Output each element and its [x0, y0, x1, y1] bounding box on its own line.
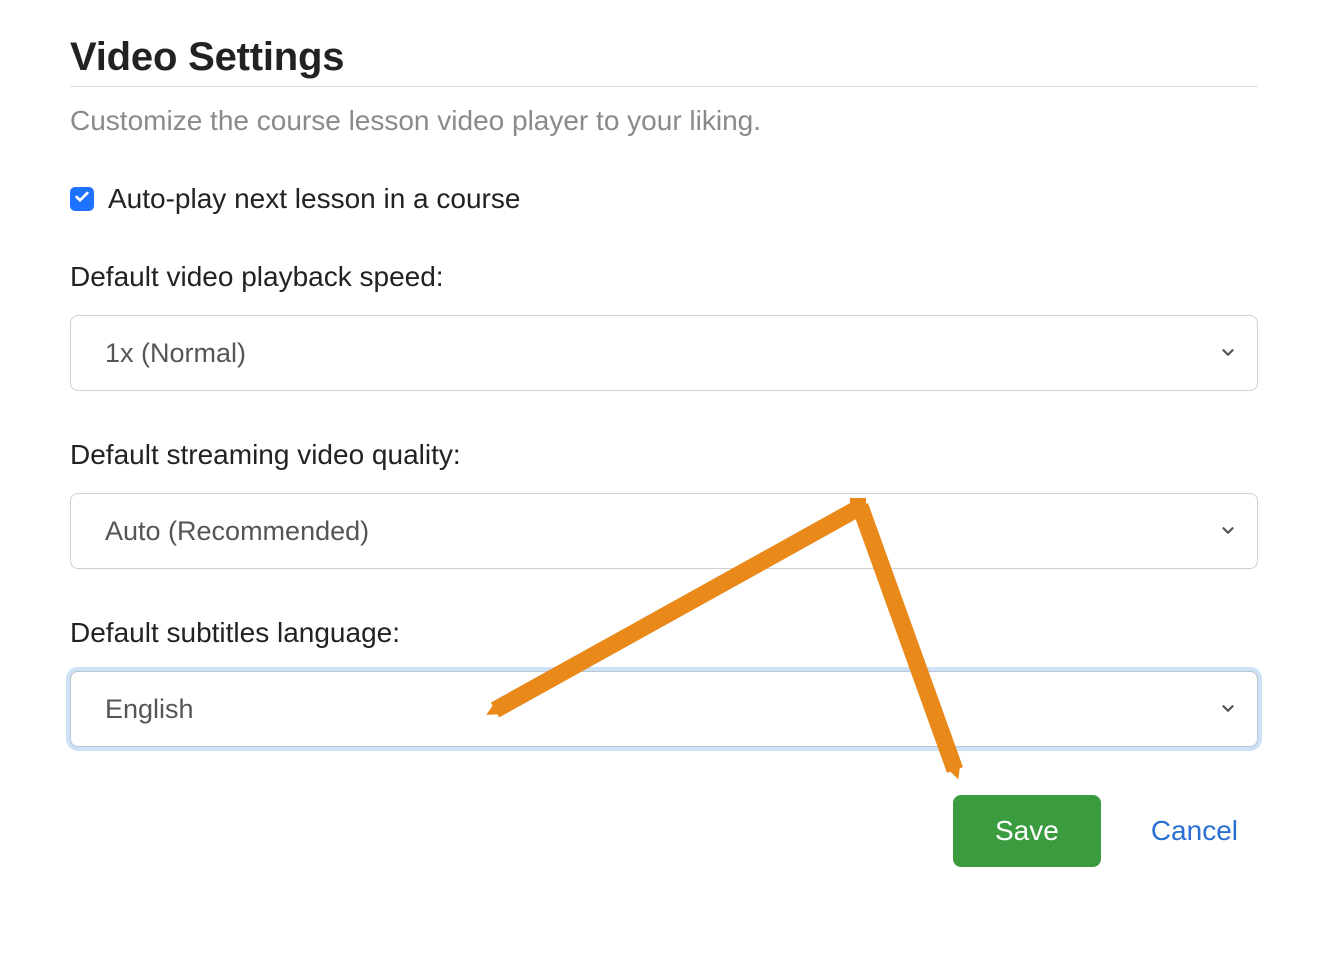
video-quality-label: Default streaming video quality: — [70, 439, 1258, 471]
chevron-down-icon — [1219, 694, 1237, 725]
video-quality-select[interactable]: Auto (Recommended) — [70, 493, 1258, 569]
subtitles-language-label: Default subtitles language: — [70, 617, 1258, 649]
autoplay-checkbox[interactable] — [70, 187, 94, 211]
subtitles-language-value: English — [105, 694, 194, 725]
playback-speed-select[interactable]: 1x (Normal) — [70, 315, 1258, 391]
page-subtitle: Customize the course lesson video player… — [70, 105, 1258, 137]
page-title: Video Settings — [70, 35, 1258, 80]
autoplay-row: Auto-play next lesson in a course — [70, 183, 1258, 215]
save-button[interactable]: Save — [953, 795, 1101, 867]
subtitles-language-select[interactable]: English — [70, 671, 1258, 747]
playback-speed-label: Default video playback speed: — [70, 261, 1258, 293]
title-divider — [70, 86, 1258, 87]
check-icon — [74, 189, 90, 210]
autoplay-label: Auto-play next lesson in a course — [108, 183, 520, 215]
button-row: Save Cancel — [70, 795, 1258, 867]
chevron-down-icon — [1219, 338, 1237, 369]
chevron-down-icon — [1219, 516, 1237, 547]
playback-speed-value: 1x (Normal) — [105, 338, 246, 369]
video-quality-value: Auto (Recommended) — [105, 516, 369, 547]
cancel-button[interactable]: Cancel — [1151, 815, 1238, 847]
video-settings-panel: Video Settings Customize the course less… — [0, 0, 1328, 927]
